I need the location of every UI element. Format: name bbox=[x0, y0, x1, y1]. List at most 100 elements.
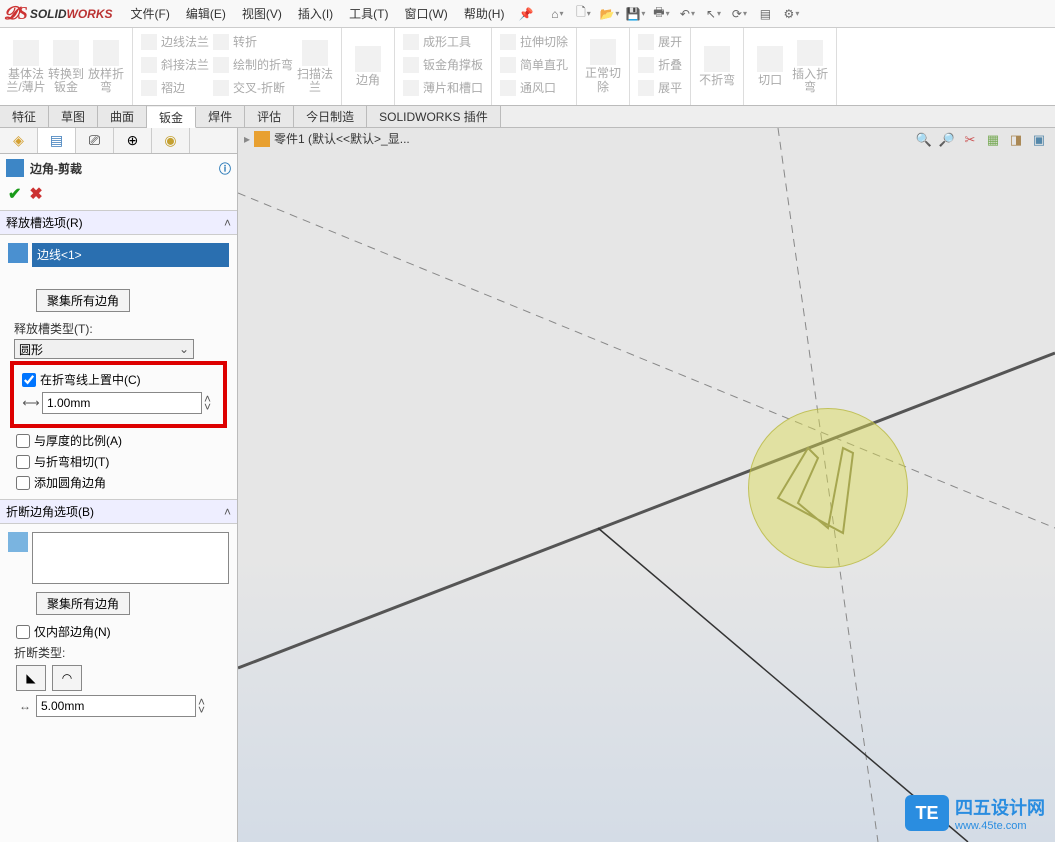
selection-picker-icon[interactable] bbox=[8, 243, 28, 263]
fold-button[interactable]: 折叠 bbox=[636, 53, 684, 76]
menu-tools[interactable]: 工具(T) bbox=[341, 5, 396, 22]
tab-weldments[interactable]: 焊件 bbox=[196, 106, 245, 127]
rebuild-icon[interactable]: ⟳ bbox=[729, 4, 749, 24]
help-icon[interactable]: ⓘ bbox=[219, 160, 231, 177]
options-icon[interactable]: ▤ bbox=[755, 4, 775, 24]
menu-file[interactable]: 文件(F) bbox=[123, 5, 178, 22]
break-type-chamfer[interactable]: ◣ bbox=[16, 665, 46, 691]
corner-selection-input[interactable] bbox=[32, 532, 229, 584]
extruded-cut-button[interactable]: 拉伸切除 bbox=[498, 30, 570, 53]
cancel-button[interactable]: ✖ bbox=[29, 184, 42, 204]
edge-selection-input[interactable]: 边线<1> bbox=[32, 243, 229, 267]
tab-plugins[interactable]: SOLIDWORKS 插件 bbox=[367, 106, 501, 127]
tab-features[interactable]: 特征 bbox=[0, 106, 49, 127]
watermark: TE 四五设计网 www.45te.com bbox=[905, 794, 1045, 832]
pin-icon[interactable]: 📌 bbox=[518, 7, 533, 21]
highlight-circle bbox=[748, 408, 908, 568]
distance-icon: ↔︎ bbox=[16, 697, 34, 715]
jog-button[interactable]: 转折 bbox=[211, 30, 295, 53]
unfold-button[interactable]: 展开 bbox=[636, 30, 684, 53]
cross-break-button[interactable]: 交叉-折断 bbox=[211, 76, 295, 99]
ratio-checkbox[interactable]: 与厚度的比例(A) bbox=[16, 432, 229, 449]
normal-cut-button[interactable]: 正常切除 bbox=[583, 30, 623, 103]
select-icon[interactable]: ↖ bbox=[703, 4, 723, 24]
menu-bar: 𝓓S SOLIDWORKS 文件(F) 编辑(E) 视图(V) 插入(I) 工具… bbox=[0, 0, 1055, 28]
ribbon: 基体法兰/薄片 转换到钣金 放样折弯 边线法兰 斜接法兰 褶边 转折 绘制的折弯… bbox=[0, 28, 1055, 106]
corner-picker-icon[interactable] bbox=[8, 532, 28, 552]
relief-type-select[interactable]: 圆形 bbox=[14, 339, 194, 359]
feature-icon bbox=[6, 159, 24, 177]
internal-only-checkbox[interactable]: 仅内部边角(N) bbox=[16, 623, 229, 640]
tab-today[interactable]: 今日制造 bbox=[294, 106, 367, 127]
dimxpert-tab[interactable]: ⊕ bbox=[114, 128, 152, 153]
highlighted-region: 在折弯线上置中(C) ⟷ ˄˅ bbox=[10, 361, 227, 428]
app-name: SOLIDWORKS bbox=[30, 7, 113, 21]
flatten-button[interactable]: 展平 bbox=[636, 76, 684, 99]
settings-icon[interactable]: ⚙ bbox=[781, 4, 801, 24]
tab-surfaces[interactable]: 曲面 bbox=[98, 106, 147, 127]
open-icon[interactable]: 📂 bbox=[599, 4, 619, 24]
insert-bends-button[interactable]: 插入折弯 bbox=[790, 30, 830, 104]
feature-title: 边角-剪裁 bbox=[30, 160, 219, 177]
app-logo: 𝓓S SOLIDWORKS bbox=[4, 3, 113, 24]
hem-button[interactable]: 褶边 bbox=[139, 76, 211, 99]
menu-edit[interactable]: 编辑(E) bbox=[178, 5, 234, 22]
tangent-checkbox[interactable]: 与折弯相切(T) bbox=[16, 453, 229, 470]
model-edges bbox=[238, 128, 1055, 842]
menu-insert[interactable]: 插入(I) bbox=[290, 5, 341, 22]
collapse-icon[interactable]: ˄ bbox=[224, 505, 231, 519]
tab-sheetmetal[interactable]: 钣金 bbox=[147, 107, 196, 128]
edge-flange-button[interactable]: 边线法兰 bbox=[139, 30, 211, 53]
forming-tool-button[interactable]: 成形工具 bbox=[401, 30, 485, 53]
menu-window[interactable]: 窗口(W) bbox=[396, 5, 455, 22]
simple-hole-button[interactable]: 简单直孔 bbox=[498, 53, 570, 76]
tab-slot-button[interactable]: 薄片和槽口 bbox=[401, 76, 485, 99]
spinner-arrows[interactable]: ˄˅ bbox=[198, 698, 205, 714]
3d-viewport[interactable]: ▸ 零件1 (默认<<默认>_显... 🔍 🔎 ✂ ▦ ◨ ▣ TE 四五设计网 bbox=[238, 128, 1055, 842]
collect-corners-button[interactable]: 聚集所有边角 bbox=[36, 289, 130, 312]
break-type-label: 折断类型: bbox=[14, 644, 229, 661]
relief-type-label: 释放槽类型(T): bbox=[14, 320, 229, 337]
command-tabs: 特征 草图 曲面 钣金 焊件 评估 今日制造 SOLIDWORKS 插件 bbox=[0, 106, 1055, 128]
dimension-icon: ⟷ bbox=[22, 394, 40, 412]
break-type-fillet[interactable]: ◠ bbox=[52, 665, 82, 691]
corner-button[interactable]: 边角 bbox=[348, 30, 388, 103]
print-icon[interactable]: 🖶 bbox=[651, 4, 671, 24]
feature-tree-tab[interactable]: ◈ bbox=[0, 128, 38, 153]
ok-button[interactable]: ✔ bbox=[8, 184, 21, 204]
no-bends-button[interactable]: 不折弯 bbox=[697, 30, 737, 103]
lofted-bend-button[interactable]: 放样折弯 bbox=[86, 30, 126, 104]
center-on-bend-checkbox[interactable]: 在折弯线上置中(C) bbox=[22, 371, 223, 388]
base-flange-button[interactable]: 基体法兰/薄片 bbox=[6, 30, 46, 104]
relief-size-input[interactable] bbox=[42, 392, 202, 414]
config-tab[interactable]: ⎚ bbox=[76, 128, 114, 153]
vent-button[interactable]: 通风口 bbox=[498, 76, 570, 99]
quick-access-toolbar: ⌂ 🗋 📂 💾 🖶 ↶ ↖ ⟳ ▤ ⚙ bbox=[547, 4, 801, 24]
break-corner-header[interactable]: 折断边角选项(B)˄ bbox=[0, 499, 237, 524]
break-distance-input[interactable] bbox=[36, 695, 196, 717]
save-icon[interactable]: 💾 bbox=[625, 4, 645, 24]
collapse-icon[interactable]: ˄ bbox=[224, 216, 231, 230]
rip-button[interactable]: 切口 bbox=[750, 30, 790, 104]
swept-flange-button[interactable]: 扫描法兰 bbox=[295, 30, 335, 104]
sketched-bend-button[interactable]: 绘制的折弯 bbox=[211, 53, 295, 76]
menu-view[interactable]: 视图(V) bbox=[234, 5, 290, 22]
property-mgr-tab[interactable]: ▤ bbox=[38, 128, 76, 153]
watermark-logo: TE bbox=[905, 795, 949, 831]
gusset-button[interactable]: 钣金角撑板 bbox=[401, 53, 485, 76]
convert-sheetmetal-button[interactable]: 转换到钣金 bbox=[46, 30, 86, 104]
new-icon[interactable]: 🗋 bbox=[573, 4, 593, 24]
property-manager: ◈ ▤ ⎚ ⊕ ◉ 边角-剪裁 ⓘ ✔ ✖ 释放槽选项(R)˄ 边线<1> 聚集… bbox=[0, 128, 238, 842]
spinner-arrows[interactable]: ˄˅ bbox=[204, 395, 211, 411]
display-tab[interactable]: ◉ bbox=[152, 128, 190, 153]
fillet-checkbox[interactable]: 添加圆角边角 bbox=[16, 474, 229, 491]
tab-sketch[interactable]: 草图 bbox=[49, 106, 98, 127]
relief-options-header[interactable]: 释放槽选项(R)˄ bbox=[0, 210, 237, 235]
home-icon[interactable]: ⌂ bbox=[547, 4, 567, 24]
logo-icon: 𝓓S bbox=[4, 3, 28, 24]
collect-corners-button-2[interactable]: 聚集所有边角 bbox=[36, 592, 130, 615]
menu-help[interactable]: 帮助(H) bbox=[456, 5, 513, 22]
tab-evaluate[interactable]: 评估 bbox=[245, 106, 294, 127]
undo-icon[interactable]: ↶ bbox=[677, 4, 697, 24]
miter-flange-button[interactable]: 斜接法兰 bbox=[139, 53, 211, 76]
